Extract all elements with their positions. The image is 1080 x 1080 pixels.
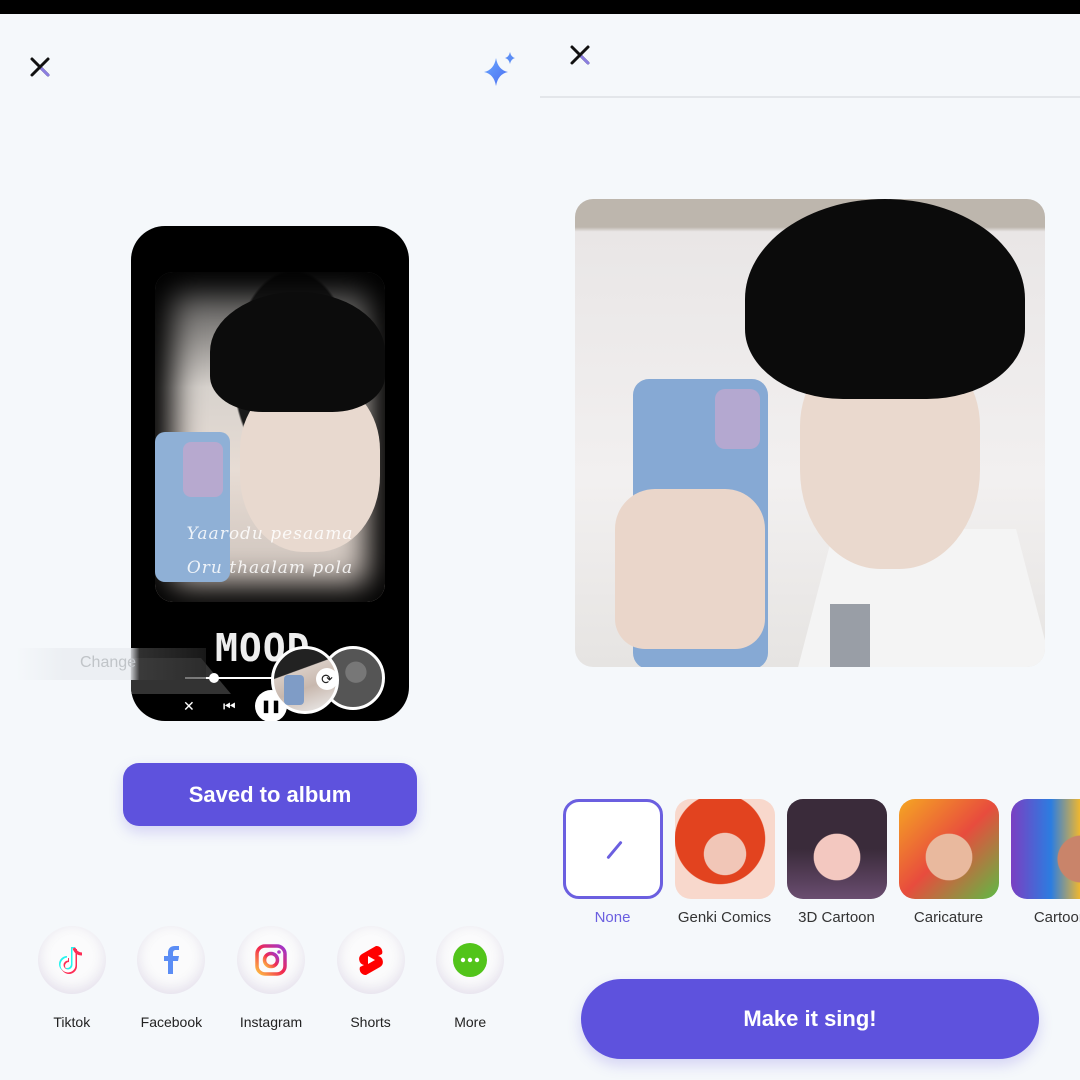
share-label: Tiktok [53, 1014, 91, 1030]
swap-button[interactable]: ⟳ [316, 668, 338, 690]
selected-photo[interactable] [575, 199, 1045, 667]
share-screen: Yaarodu pesaama Oru thaalam pola MOOD ✕ … [0, 14, 540, 1080]
share-label: Instagram [239, 1014, 303, 1030]
style-3d-cartoon[interactable]: 3D Cartoon [786, 799, 887, 926]
style-thumbnail [786, 799, 887, 899]
previous-icon[interactable]: ⏮ [223, 698, 236, 715]
tiktok-icon [58, 947, 82, 974]
share-instagram[interactable]: Instagram [221, 926, 321, 1030]
share-more[interactable]: More [420, 926, 520, 1030]
seek-handle[interactable] [209, 673, 219, 683]
ai-magic-button[interactable] [480, 48, 520, 88]
style-label: Cartoon [1033, 909, 1080, 926]
style-thumbnail [674, 799, 775, 899]
close-icon [30, 57, 50, 77]
close-button[interactable] [25, 52, 55, 82]
style-cartoon[interactable]: Cartoon [1010, 799, 1080, 926]
facebook-icon [164, 946, 180, 974]
change-hint: Change [80, 654, 137, 671]
style-none[interactable]: None [562, 799, 663, 926]
shuffle-icon[interactable]: ✕ [183, 698, 195, 715]
swap-icon: ⟳ [321, 670, 333, 687]
share-label: Facebook [140, 1014, 203, 1030]
share-tiktok[interactable]: Tiktok [22, 926, 122, 1030]
none-icon [562, 799, 663, 899]
style-label: None [594, 909, 631, 926]
sparkle-icon [484, 52, 515, 86]
close-button[interactable] [565, 40, 595, 70]
share-options: Tiktok Facebook Instagram Shorts More [22, 926, 522, 1030]
lyrics-line: Yaarodu pesaama [186, 524, 354, 544]
share-label: Shorts [350, 1014, 391, 1030]
style-select-screen: None Genki Comics 3D Cartoon Caricature … [540, 14, 1080, 1080]
status-bar [0, 0, 1080, 14]
style-genki-comics[interactable]: Genki Comics [674, 799, 775, 926]
make-it-sing-button[interactable]: Make it sing! [581, 979, 1039, 1059]
share-label: More [454, 1014, 487, 1030]
style-label: Caricature [913, 909, 984, 926]
youtube-shorts-icon [358, 945, 383, 976]
style-carousel[interactable]: None Genki Comics 3D Cartoon Caricature … [562, 799, 1080, 926]
share-shorts[interactable]: Shorts [321, 926, 421, 1030]
style-label: Genki Comics [677, 909, 772, 926]
video-preview[interactable]: Yaarodu pesaama Oru thaalam pola MOOD ✕ … [131, 226, 409, 721]
preview-photo [155, 272, 385, 602]
instagram-icon [255, 944, 287, 976]
style-thumbnail [898, 799, 999, 899]
style-caricature[interactable]: Caricature [898, 799, 999, 926]
saved-to-album-button[interactable]: Saved to album [123, 763, 417, 826]
share-facebook[interactable]: Facebook [122, 926, 222, 1030]
more-icon [453, 943, 488, 977]
header-divider [540, 96, 1080, 98]
style-label: 3D Cartoon [798, 909, 875, 926]
style-thumbnail [1010, 799, 1080, 899]
lyrics-line: Oru thaalam pola [186, 558, 354, 578]
close-icon [570, 45, 590, 65]
